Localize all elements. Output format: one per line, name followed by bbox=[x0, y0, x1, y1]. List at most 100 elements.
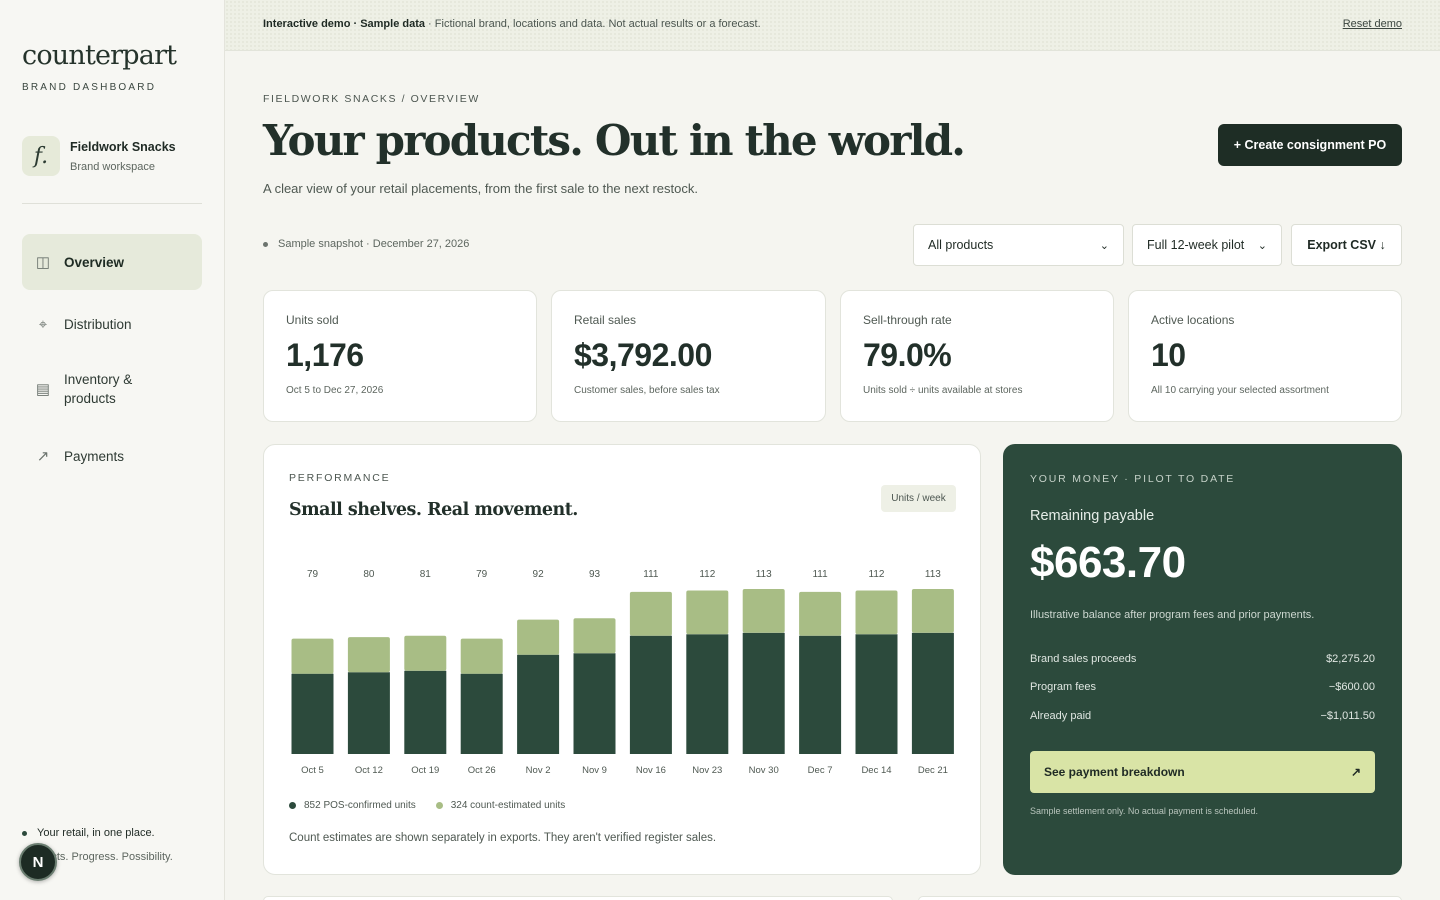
bar-total-label: 111 bbox=[643, 569, 659, 580]
bar-count-estimated bbox=[799, 591, 842, 636]
x-tick-label: Dec 14 bbox=[861, 765, 891, 776]
kpi-card-units-sold: Units sold 1,176 Oct 5 to Dec 27, 2026 bbox=[263, 290, 537, 422]
bar-count-estimated bbox=[742, 589, 785, 633]
bar-pos-confirmed bbox=[347, 672, 390, 754]
kpi-label: Units sold bbox=[286, 313, 339, 327]
nav-item-inventory[interactable]: ▤ Inventory & products bbox=[22, 366, 202, 412]
export-csv-button[interactable]: Export CSV ↓ bbox=[1291, 224, 1402, 266]
bar-count-estimated bbox=[291, 638, 334, 674]
nav-item-payments[interactable]: ↗ Payments bbox=[22, 436, 202, 476]
x-tick-label: Oct 5 bbox=[301, 765, 324, 776]
kpi-card-retail-sales: Retail sales $3,792.00 Customer sales, b… bbox=[551, 290, 826, 422]
snapshot-status: Sample snapshot · December 27, 2026 bbox=[263, 238, 469, 250]
arrow-up-right-icon: ↗ bbox=[1350, 765, 1361, 779]
bar-count-estimated bbox=[573, 618, 616, 654]
brand-logo[interactable]: counterpart bbox=[22, 40, 177, 71]
x-tick-label: Oct 26 bbox=[468, 765, 496, 776]
sidebar: counterpart BRAND DASHBOARD f. Fieldwork… bbox=[0, 0, 225, 900]
bar-pos-confirmed bbox=[799, 635, 842, 754]
reset-demo-link[interactable]: Reset demo bbox=[1343, 18, 1402, 30]
kpi-card-sell-through: Sell-through rate 79.0% Units sold ÷ uni… bbox=[840, 290, 1114, 422]
bar-pos-confirmed bbox=[404, 670, 447, 754]
bar-count-estimated bbox=[686, 590, 729, 635]
remaining-payable-value: $663.70 bbox=[1030, 538, 1186, 587]
bar-count-estimated bbox=[460, 638, 503, 674]
see-payment-breakdown-button[interactable]: See payment breakdown ↗ bbox=[1030, 751, 1375, 793]
next-card-peek bbox=[263, 896, 893, 900]
bar-count-estimated bbox=[629, 591, 672, 636]
legend-swatch-estimated bbox=[435, 802, 443, 809]
workspace-avatar: f. bbox=[22, 136, 60, 176]
sidebar-tagline: Your retail, in one place. bbox=[22, 827, 155, 839]
bar-total-label: 112 bbox=[869, 569, 885, 580]
banner-strong: Interactive demo · Sample data bbox=[263, 18, 425, 30]
kpi-value: $3,792.00 bbox=[574, 337, 712, 373]
period-filter-select[interactable]: Full 12-week pilot ⌄ bbox=[1132, 224, 1282, 266]
kpi-card-active-locations: Active locations 10 All 10 carrying your… bbox=[1128, 290, 1402, 422]
user-avatar-badge[interactable]: N bbox=[19, 843, 57, 881]
x-tick-label: Nov 30 bbox=[749, 765, 779, 776]
performance-footnote: Count estimates are shown separately in … bbox=[289, 832, 717, 844]
nav-label-payments: Payments bbox=[64, 448, 125, 464]
money-row-label: Brand sales proceeds bbox=[1030, 653, 1137, 665]
x-tick-label: Nov 16 bbox=[636, 765, 666, 776]
product-filter-select[interactable]: All products ⌄ bbox=[913, 224, 1124, 266]
remaining-payable-label: Remaining payable bbox=[1030, 508, 1155, 524]
banner-text: Interactive demo · Sample data · Fiction… bbox=[263, 18, 761, 30]
money-row-paid: Already paid −$1,011.50 bbox=[1030, 710, 1375, 722]
create-consignment-po-button[interactable]: + Create consignment PO bbox=[1218, 124, 1402, 166]
tagline-dot bbox=[22, 830, 27, 836]
demo-banner: Interactive demo · Sample data · Fiction… bbox=[225, 0, 1440, 51]
bar-count-estimated bbox=[517, 619, 560, 655]
page-title: Your products. Out in the world. bbox=[263, 116, 966, 165]
money-fine-print: Sample settlement only. No actual paymen… bbox=[1030, 806, 1258, 816]
chart-legend: 852 POS-confirmed units 324 count-estima… bbox=[289, 800, 565, 811]
money-row-value: $2,275.20 bbox=[1326, 653, 1375, 665]
bar-total-label: 92 bbox=[533, 569, 545, 580]
sidebar-divider bbox=[22, 203, 202, 204]
money-row-value: −$600.00 bbox=[1328, 681, 1375, 693]
product-filter-value: All products bbox=[928, 238, 994, 252]
kpi-label: Sell-through rate bbox=[863, 313, 952, 327]
x-tick-label: Nov 23 bbox=[692, 765, 722, 776]
bar-pos-confirmed bbox=[517, 654, 560, 754]
inventory-icon: ▤ bbox=[35, 381, 51, 398]
money-description: Illustrative balance after program fees … bbox=[1030, 609, 1315, 621]
kpi-value: 79.0% bbox=[863, 337, 952, 373]
bar-pos-confirmed bbox=[629, 635, 672, 754]
nav-label-distribution: Distribution bbox=[64, 316, 132, 332]
nav-item-distribution[interactable]: ⌖ Distribution bbox=[22, 304, 202, 344]
bar-pos-confirmed bbox=[742, 632, 785, 754]
bar-total-label: 80 bbox=[363, 569, 375, 580]
nav-item-overview[interactable]: ◫ Overview bbox=[22, 234, 202, 290]
bar-total-label: 112 bbox=[699, 569, 715, 580]
kpi-note: Oct 5 to Dec 27, 2026 bbox=[286, 385, 384, 396]
crosshair-icon: ⌖ bbox=[38, 315, 48, 333]
x-tick-label: Nov 9 bbox=[582, 765, 607, 776]
kpi-label: Retail sales bbox=[574, 313, 637, 327]
kpi-note: All 10 carrying your selected assortment bbox=[1151, 385, 1329, 396]
bar-count-estimated bbox=[347, 637, 390, 673]
money-row-value: −$1,011.50 bbox=[1320, 710, 1375, 722]
x-tick-label: Nov 2 bbox=[526, 765, 551, 776]
bar-pos-confirmed bbox=[573, 653, 616, 754]
nav-label-overview: Overview bbox=[64, 254, 125, 270]
money-eyebrow: YOUR MONEY · PILOT TO DATE bbox=[1030, 473, 1236, 485]
bar-total-label: 111 bbox=[812, 569, 828, 580]
x-tick-label: Oct 19 bbox=[411, 765, 439, 776]
bar-total-label: 79 bbox=[307, 569, 319, 580]
bar-count-estimated bbox=[911, 589, 954, 633]
period-filter-value: Full 12-week pilot bbox=[1147, 238, 1245, 252]
columns-icon: ◫ bbox=[35, 254, 51, 271]
bar-pos-confirmed bbox=[855, 634, 898, 754]
tagline-text: Your retail, in one place. bbox=[37, 827, 155, 839]
performance-card: PERFORMANCE Small shelves. Real movement… bbox=[263, 444, 981, 875]
bar-pos-confirmed bbox=[686, 634, 729, 754]
workspace-type: Brand workspace bbox=[70, 161, 155, 173]
bar-total-label: 93 bbox=[589, 569, 601, 580]
money-card: YOUR MONEY · PILOT TO DATE Remaining pay… bbox=[1003, 444, 1402, 875]
workspace-switcher[interactable]: f. Fieldwork Snacks Brand workspace bbox=[22, 136, 202, 180]
chevron-down-icon: ⌄ bbox=[1099, 239, 1109, 252]
kpi-value: 1,176 bbox=[286, 337, 364, 373]
legend-label-estimated: 324 count-estimated units bbox=[450, 800, 566, 811]
